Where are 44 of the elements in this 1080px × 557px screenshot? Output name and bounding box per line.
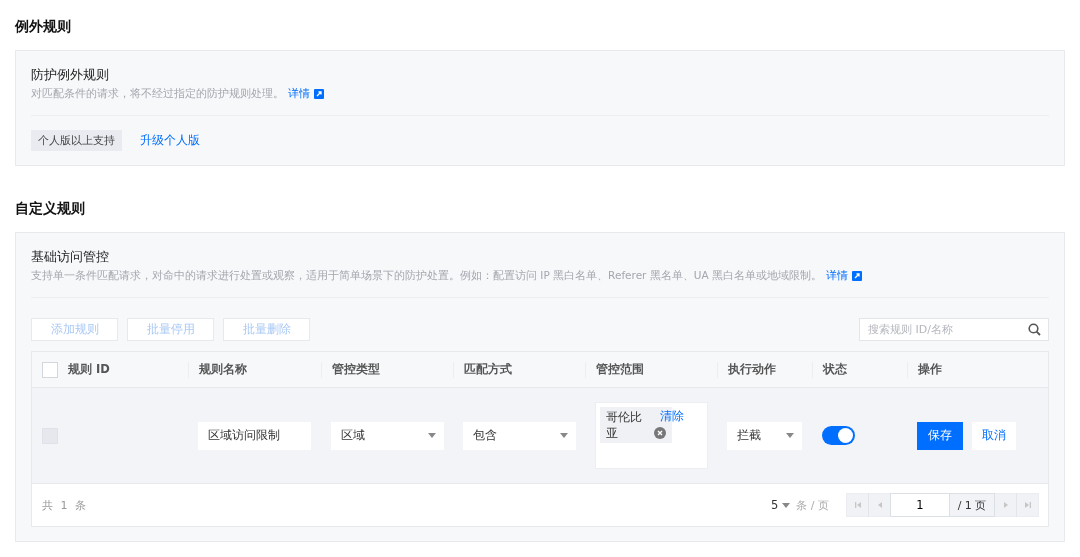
- remove-icon[interactable]: [654, 427, 666, 439]
- column-header: 管控类型: [332, 362, 380, 377]
- column-header: 状态: [823, 362, 847, 377]
- column-header: 规则 ID: [68, 362, 110, 377]
- column-header: 规则名称: [199, 362, 247, 377]
- caret-icon: [428, 433, 436, 438]
- upgrade-link[interactable]: 升级个人版: [140, 133, 200, 148]
- column-header: 执行动作: [728, 362, 776, 377]
- first-page-icon: [853, 501, 862, 509]
- clear-link[interactable]: 清除: [660, 409, 684, 424]
- detail-link[interactable]: 详情: [288, 87, 310, 101]
- caret-icon: [782, 502, 791, 508]
- card-title: 防护例外规则: [31, 67, 110, 84]
- page-field[interactable]: 1: [890, 493, 950, 517]
- status-switch[interactable]: [822, 426, 855, 445]
- next-icon: [1001, 501, 1010, 509]
- column-header: 管控范围: [596, 362, 644, 377]
- per-page-label: 条 / 页: [796, 497, 829, 513]
- search-field[interactable]: 搜索规则 ID/名称: [859, 318, 1049, 341]
- page-total: / 1 页: [949, 493, 995, 517]
- last-page-icon: [1023, 501, 1032, 509]
- caret-icon: [560, 433, 568, 438]
- control-type-select[interactable]: 区域: [331, 421, 444, 450]
- match-mode-select[interactable]: 包含: [463, 421, 576, 450]
- external-link-icon: [851, 271, 862, 281]
- card-description: 对匹配条件的请求，将不经过指定的防护规则处理。: [31, 87, 284, 101]
- scope-field[interactable]: 哥伦比亚 清除: [595, 402, 708, 469]
- detail-link[interactable]: 详情: [825, 269, 848, 283]
- search-icon: [1028, 323, 1041, 336]
- section-title: 例外规则: [15, 18, 72, 36]
- total-count: 共 1 条: [42, 497, 88, 513]
- cancel-button[interactable]: 取消: [972, 421, 1016, 450]
- rule-name-field[interactable]: 区域访问限制: [198, 421, 311, 450]
- caret-icon: [786, 433, 794, 438]
- plan-badge: 个人版以上支持: [31, 130, 122, 151]
- action-select[interactable]: 拦截: [727, 421, 802, 450]
- column-header: 操作: [918, 362, 942, 377]
- section-title: 自定义规则: [15, 200, 86, 218]
- card-title: 基础访问管控: [31, 249, 110, 266]
- save-button[interactable]: 保存: [917, 421, 963, 450]
- checkbox[interactable]: [42, 361, 58, 378]
- page-size-select[interactable]: 5: [770, 498, 791, 512]
- external-link-icon: [314, 89, 324, 99]
- column-header: 匹配方式: [464, 362, 512, 377]
